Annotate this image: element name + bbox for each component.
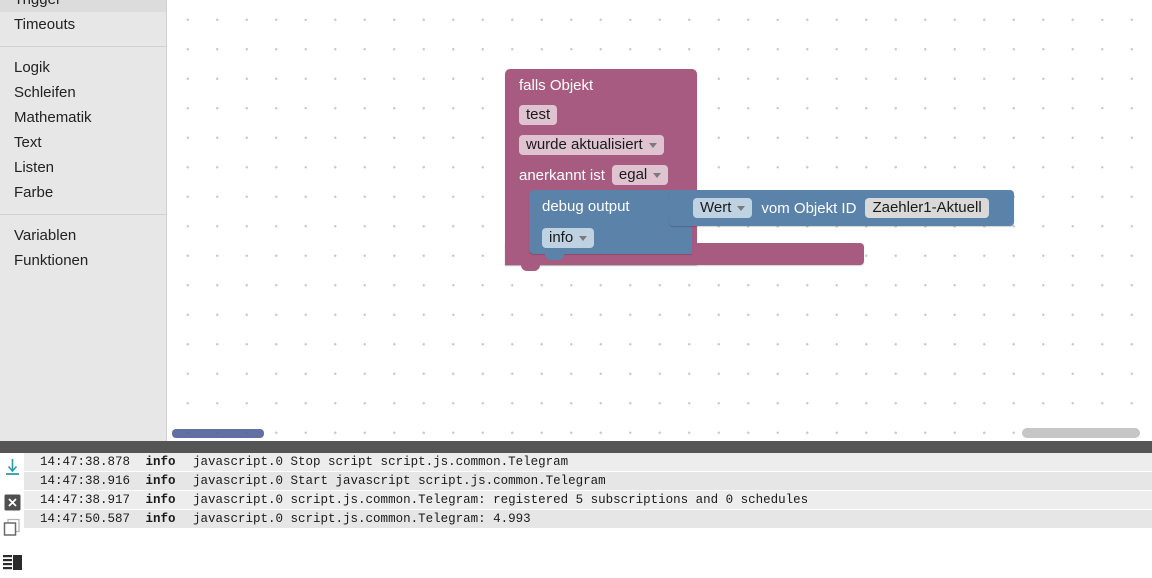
log-severity: info (145, 474, 176, 488)
log-timestamp: 14:47:38.917 (39, 493, 130, 507)
block-notch-bottom-icon (521, 265, 540, 271)
severity-dropdown-label: info (549, 229, 574, 246)
chevron-down-icon (648, 143, 657, 148)
block-notch-top-icon (545, 190, 564, 196)
log-timestamp: 14:47:38.878 (39, 455, 130, 469)
log-severity: info (145, 512, 176, 526)
list-icon[interactable] (3, 553, 22, 572)
ack-label: anerkannt ist (519, 166, 605, 184)
get-value-object-id-field[interactable]: Zaehler1-Aktuell (865, 198, 989, 218)
ack-dropdown[interactable]: egal (611, 165, 669, 185)
toolbox-item-listen[interactable]: Listen (0, 155, 166, 180)
log-timestamp: 14:47:50.587 (39, 512, 130, 526)
toolbox-item-logik[interactable]: Logik (0, 55, 166, 80)
toolbox-item-variablen[interactable]: Variablen (0, 223, 166, 248)
get-value-label: vom Objekt ID (761, 199, 857, 217)
log-message: javascript.0 script.js.common.Telegram: … (193, 493, 809, 507)
download-icon[interactable] (3, 458, 22, 477)
toolbox-divider-1 (0, 46, 166, 47)
panel-resize-divider[interactable] (0, 441, 1152, 453)
block-notch-bottom-icon (545, 254, 564, 260)
log-panel: 14:47:38.878 info javascript.0 Stop scri… (0, 453, 1152, 578)
copy-icon[interactable] (3, 518, 22, 537)
object-id-field[interactable]: test (519, 105, 558, 125)
log-message: javascript.0 script.js.common.Telegram: … (193, 512, 531, 526)
toolbox-item-trigger[interactable]: Trigger (0, 0, 166, 12)
block-notch-top-icon (521, 69, 540, 75)
toolbox-divider-2 (0, 214, 166, 215)
severity-dropdown[interactable]: info (542, 228, 595, 248)
toolbox-item-timeouts[interactable]: Timeouts (0, 12, 166, 37)
event-dropdown-label: wurde aktualisiert (526, 136, 643, 153)
blockly-toolbox: Trigger Timeouts Logik Schleifen Mathema… (0, 0, 167, 441)
blockly-workspace[interactable]: falls Objekt test wurde aktualisiert ane… (167, 0, 1152, 441)
block-falls-objekt-event-row: wurde aktualisiert (519, 135, 664, 155)
log-message: javascript.0 Stop script script.js.commo… (193, 455, 569, 469)
log-message: javascript.0 Start javascript script.js.… (193, 474, 606, 488)
toolbox-item-schleifen[interactable]: Schleifen (0, 80, 166, 105)
value-plug-icon (668, 197, 677, 218)
block-debug-output[interactable]: debug output info (529, 190, 692, 260)
toolbox-item-mathematik[interactable]: Mathematik (0, 105, 166, 130)
toolbox-item-funktionen[interactable]: Funktionen (0, 248, 166, 273)
debug-output-label: debug output (542, 198, 630, 215)
log-severity: info (145, 493, 176, 507)
log-list[interactable]: 14:47:38.878 info javascript.0 Stop scri… (24, 453, 1152, 578)
toolbox-item-text[interactable]: Text (0, 130, 166, 155)
toolbox-item-farbe[interactable]: Farbe (0, 180, 166, 205)
block-get-value[interactable]: Wert vom Objekt ID Zaehler1-Aktuell (668, 190, 1014, 226)
toolbox-group-core: Logik Schleifen Mathematik Text Listen F… (0, 55, 166, 205)
block-falls-objekt-title: falls Objekt (519, 77, 594, 94)
attribute-dropdown-label: Wert (700, 199, 732, 216)
toolbox-group-triggers: Trigger Timeouts (0, 0, 166, 37)
blockly-script-editor: Trigger Timeouts Logik Schleifen Mathema… (0, 0, 1152, 578)
log-row[interactable]: 14:47:38.917 info javascript.0 script.js… (24, 491, 1152, 510)
log-timestamp: 14:47:38.916 (39, 474, 130, 488)
log-row[interactable]: 14:47:50.587 info javascript.0 script.js… (24, 510, 1152, 529)
ack-dropdown-label: egal (618, 166, 648, 183)
log-severity: info (145, 455, 176, 469)
log-row[interactable]: 14:47:38.916 info javascript.0 Start jav… (24, 472, 1152, 491)
workspace-vertical-scrollbar[interactable] (1022, 428, 1140, 438)
chevron-down-icon (653, 173, 662, 178)
chevron-down-icon (737, 206, 746, 211)
attribute-dropdown[interactable]: Wert (693, 198, 753, 218)
log-toolbar (0, 453, 24, 578)
block-falls-objekt-objectid-row: test (519, 105, 558, 125)
block-falls-objekt-ack-row: anerkannt ist egal (519, 165, 669, 185)
clear-icon[interactable] (3, 493, 22, 512)
workspace-horizontal-scrollbar[interactable] (172, 429, 264, 438)
chevron-down-icon (579, 236, 588, 241)
log-row[interactable]: 14:47:38.878 info javascript.0 Stop scri… (24, 453, 1152, 472)
toolbox-group-user: Variablen Funktionen (0, 223, 166, 273)
event-dropdown[interactable]: wurde aktualisiert (519, 135, 664, 155)
debug-output-severity-row: info (542, 228, 595, 248)
